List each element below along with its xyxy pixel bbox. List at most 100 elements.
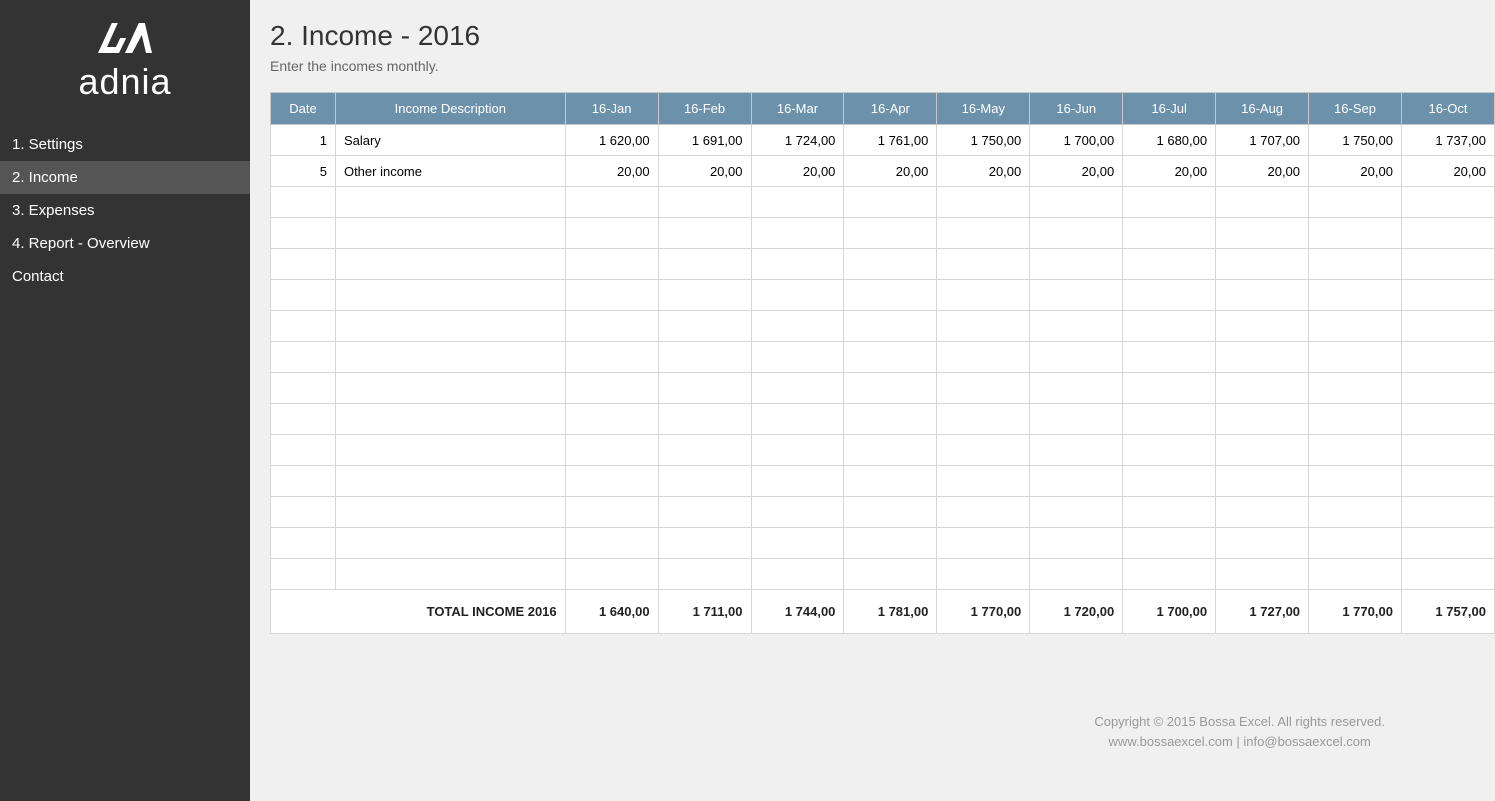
cell-value[interactable] [1401,404,1494,435]
cell-value[interactable] [937,435,1030,466]
cell-value[interactable] [658,559,751,590]
cell-value[interactable]: 20,00 [1123,156,1216,187]
cell-desc[interactable] [335,280,565,311]
cell-value[interactable] [1401,249,1494,280]
cell-value[interactable] [844,404,937,435]
cell-value[interactable] [1030,342,1123,373]
cell-value[interactable] [1030,187,1123,218]
cell-value[interactable] [565,497,658,528]
cell-value[interactable] [658,187,751,218]
cell-value[interactable] [1216,466,1309,497]
cell-value[interactable] [937,404,1030,435]
cell-value[interactable] [1309,342,1402,373]
cell-value[interactable] [844,280,937,311]
cell-desc[interactable] [335,466,565,497]
cell-value[interactable] [751,218,844,249]
cell-value[interactable] [1030,249,1123,280]
cell-value[interactable] [658,466,751,497]
cell-value[interactable] [658,435,751,466]
cell-value[interactable] [1123,466,1216,497]
cell-value[interactable] [844,187,937,218]
cell-value[interactable] [1123,187,1216,218]
cell-value[interactable]: 20,00 [658,156,751,187]
cell-value[interactable] [937,218,1030,249]
cell-value[interactable] [565,342,658,373]
cell-value[interactable] [844,559,937,590]
cell-value[interactable] [751,311,844,342]
cell-value[interactable] [1123,373,1216,404]
cell-value[interactable] [658,342,751,373]
cell-value[interactable] [937,528,1030,559]
cell-desc[interactable] [335,497,565,528]
cell-value[interactable] [751,373,844,404]
cell-value[interactable] [1401,528,1494,559]
cell-value[interactable] [658,497,751,528]
cell-value[interactable] [1309,249,1402,280]
cell-value[interactable]: 1 691,00 [658,125,751,156]
cell-value[interactable] [751,249,844,280]
cell-value[interactable] [565,435,658,466]
cell-value[interactable] [1030,373,1123,404]
cell-value[interactable] [565,373,658,404]
cell-value[interactable] [1216,342,1309,373]
cell-date[interactable] [271,311,336,342]
cell-desc[interactable] [335,249,565,280]
cell-date[interactable] [271,559,336,590]
cell-value[interactable] [937,311,1030,342]
cell-value[interactable] [1401,280,1494,311]
cell-value[interactable] [1123,342,1216,373]
cell-value[interactable] [1123,249,1216,280]
cell-value[interactable] [565,311,658,342]
cell-date[interactable] [271,528,336,559]
cell-value[interactable] [565,280,658,311]
cell-desc[interactable]: Other income [335,156,565,187]
cell-value[interactable] [937,373,1030,404]
cell-value[interactable] [658,528,751,559]
cell-value[interactable]: 1 750,00 [1309,125,1402,156]
cell-value[interactable] [1030,559,1123,590]
cell-value[interactable] [565,187,658,218]
cell-value[interactable] [1123,528,1216,559]
cell-value[interactable]: 20,00 [1216,156,1309,187]
cell-value[interactable] [1309,528,1402,559]
cell-value[interactable] [1030,466,1123,497]
cell-date[interactable]: 5 [271,156,336,187]
cell-value[interactable] [1123,311,1216,342]
cell-value[interactable] [751,435,844,466]
cell-value[interactable] [937,249,1030,280]
cell-date[interactable] [271,497,336,528]
cell-value[interactable] [1401,187,1494,218]
cell-value[interactable]: 1 724,00 [751,125,844,156]
cell-date[interactable] [271,280,336,311]
cell-value[interactable] [1030,497,1123,528]
cell-value[interactable] [1216,280,1309,311]
cell-value[interactable] [1216,497,1309,528]
cell-value[interactable] [565,249,658,280]
cell-value[interactable] [1401,435,1494,466]
cell-value[interactable] [1123,218,1216,249]
cell-value[interactable] [1401,373,1494,404]
cell-value[interactable] [1309,435,1402,466]
cell-desc[interactable] [335,404,565,435]
cell-value[interactable] [1401,559,1494,590]
cell-value[interactable] [658,404,751,435]
cell-value[interactable] [751,559,844,590]
cell-value[interactable] [565,559,658,590]
sidebar-item-expenses[interactable]: 3. Expenses [0,194,250,227]
cell-value[interactable]: 1 761,00 [844,125,937,156]
cell-desc[interactable] [335,311,565,342]
cell-value[interactable] [937,187,1030,218]
cell-value[interactable] [658,218,751,249]
cell-value[interactable]: 20,00 [844,156,937,187]
cell-desc[interactable] [335,373,565,404]
cell-value[interactable] [1123,559,1216,590]
sidebar-item-income[interactable]: 2. Income [0,161,250,194]
cell-value[interactable] [1216,373,1309,404]
cell-value[interactable] [844,311,937,342]
cell-value[interactable]: 1 700,00 [1030,125,1123,156]
cell-date[interactable] [271,373,336,404]
cell-value[interactable] [1216,249,1309,280]
cell-desc[interactable] [335,187,565,218]
cell-desc[interactable]: Salary [335,125,565,156]
cell-value[interactable] [1216,528,1309,559]
